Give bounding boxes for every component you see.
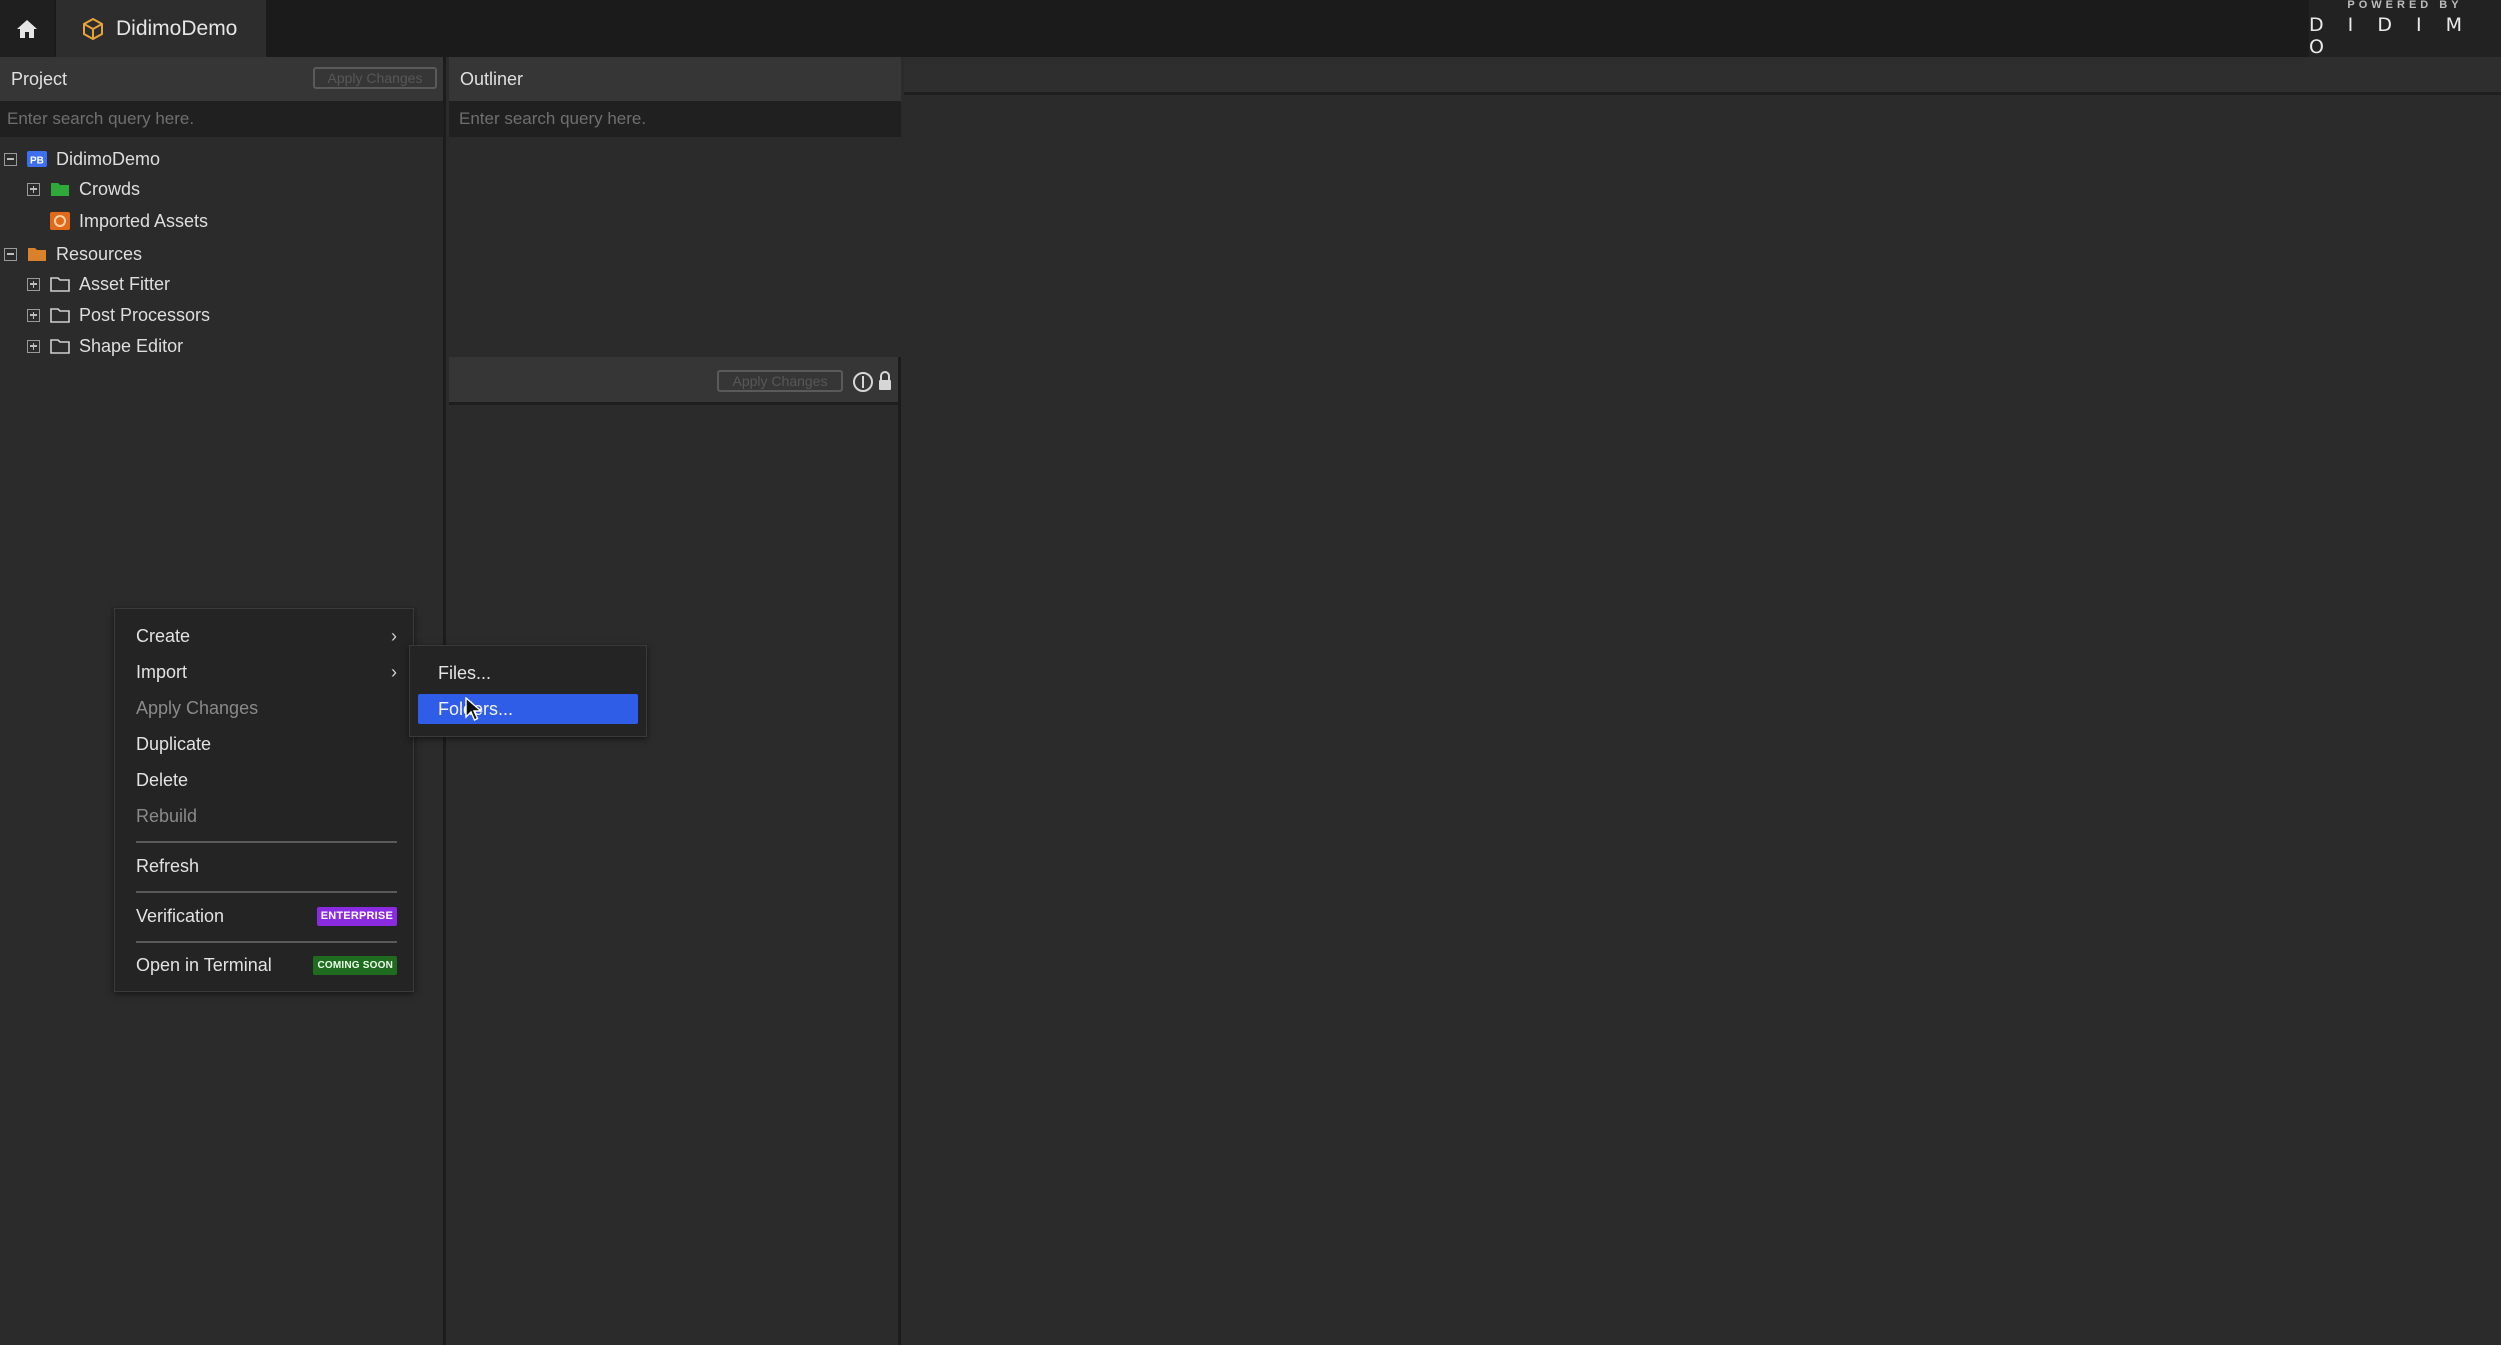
- menu-item-import[interactable]: Import ›: [136, 657, 397, 687]
- home-icon: [17, 19, 37, 38]
- tree-item-label: Imported Assets: [79, 210, 209, 231]
- didimo-logo: D I D I M O: [2309, 14, 2472, 58]
- project-icon: PB: [27, 151, 47, 167]
- expand-icon[interactable]: [27, 308, 40, 322]
- outliner-search-input[interactable]: Enter search query here.: [449, 101, 901, 137]
- home-button[interactable]: [0, 0, 54, 57]
- menu-item-label: Verification: [136, 905, 225, 926]
- coming-soon-badge: COMING SOON: [313, 955, 397, 975]
- apply-changes-button[interactable]: Apply Changes: [717, 370, 843, 392]
- outliner-panel-header: Outliner: [449, 57, 901, 101]
- project-panel-header: Project Apply Changes: [0, 57, 443, 101]
- package-icon: [83, 17, 103, 40]
- outliner-panel-title: Outliner: [460, 68, 524, 89]
- menu-item-open-in-terminal[interactable]: Open in Terminal COMING SOON: [136, 950, 397, 980]
- tab-label: DidimoDemo: [116, 16, 238, 40]
- mouse-cursor-icon: [465, 696, 483, 728]
- viewport-header: [904, 57, 2501, 95]
- chevron-right-icon: ›: [391, 625, 397, 646]
- menu-separator: [136, 891, 397, 893]
- submenu-item-files[interactable]: Files...: [418, 658, 638, 688]
- menu-item-rebuild: Rebuild: [136, 805, 198, 826]
- menu-item-refresh[interactable]: Refresh: [136, 851, 397, 881]
- expand-icon[interactable]: [27, 277, 40, 291]
- tree-item-post-processors[interactable]: Post Processors: [27, 301, 210, 329]
- folder-icon: [50, 181, 70, 197]
- imported-assets-icon: [50, 212, 70, 230]
- project-search-input[interactable]: Enter search query here.: [0, 101, 443, 137]
- expand-icon[interactable]: [27, 182, 40, 196]
- menu-item-verification[interactable]: Verification ENTERPRISE: [136, 901, 397, 931]
- properties-toolbar: Apply Changes: [449, 357, 898, 405]
- import-submenu: Files... Folders...: [409, 645, 647, 737]
- svg-text:PB: PB: [30, 156, 44, 167]
- tree-item-label: DidimoDemo: [56, 148, 161, 169]
- tree-item-didimodemo[interactable]: PB DidimoDemo: [4, 145, 160, 173]
- tree-item-shape-editor[interactable]: Shape Editor: [27, 332, 183, 360]
- outliner-panel: Outliner Enter search query here.: [449, 57, 901, 357]
- tab-didimodemo[interactable]: DidimoDemo: [56, 0, 266, 57]
- info-icon[interactable]: [852, 371, 874, 398]
- tree-item-label: Asset Fitter: [79, 273, 171, 294]
- apply-changes-button[interactable]: Apply Changes: [313, 67, 437, 89]
- menu-item-label: Import: [136, 661, 188, 682]
- menu-separator: [136, 941, 397, 943]
- menu-item-label: Create: [136, 625, 191, 646]
- tree-item-label: Crowds: [79, 178, 141, 199]
- resources-folder-icon: [27, 246, 47, 262]
- tree-item-crowds[interactable]: Crowds: [27, 175, 140, 203]
- submenu-item-folders[interactable]: Folders...: [418, 694, 638, 724]
- chevron-right-icon: ›: [391, 661, 397, 682]
- tree-item-label: Resources: [56, 243, 143, 264]
- collapse-icon[interactable]: [4, 247, 17, 261]
- tree-item-imported-assets[interactable]: Imported Assets: [27, 207, 208, 235]
- folder-icon: [50, 307, 70, 323]
- top-bar: [0, 0, 2501, 57]
- properties-panel: Apply Changes: [449, 357, 901, 1345]
- menu-item-create[interactable]: Create ›: [136, 621, 397, 651]
- menu-item-duplicate[interactable]: Duplicate: [136, 729, 397, 759]
- menu-separator: [136, 841, 397, 843]
- enterprise-badge: ENTERPRISE: [316, 906, 397, 926]
- tree-item-asset-fitter[interactable]: Asset Fitter: [27, 270, 170, 298]
- tree-item-resources[interactable]: Resources: [4, 240, 142, 268]
- brand-logo: POWERED BY D I D I M O: [2309, 0, 2501, 58]
- menu-item-delete[interactable]: Delete: [136, 765, 397, 795]
- menu-item-apply-changes: Apply Changes: [136, 697, 259, 718]
- folder-icon: [50, 276, 70, 292]
- project-panel-title: Project: [11, 68, 68, 89]
- lock-icon[interactable]: [878, 371, 892, 396]
- tree-item-label: Shape Editor: [79, 335, 184, 356]
- context-menu: Create › Import › Apply Changes Duplicat…: [114, 608, 414, 992]
- collapse-icon[interactable]: [4, 152, 17, 166]
- expand-icon[interactable]: [27, 339, 40, 353]
- folder-icon: [50, 338, 70, 354]
- viewport[interactable]: [904, 57, 2501, 1345]
- tree-item-label: Post Processors: [79, 304, 211, 325]
- powered-by-text: POWERED BY: [2347, 0, 2463, 11]
- menu-item-label: Open in Terminal: [136, 954, 272, 975]
